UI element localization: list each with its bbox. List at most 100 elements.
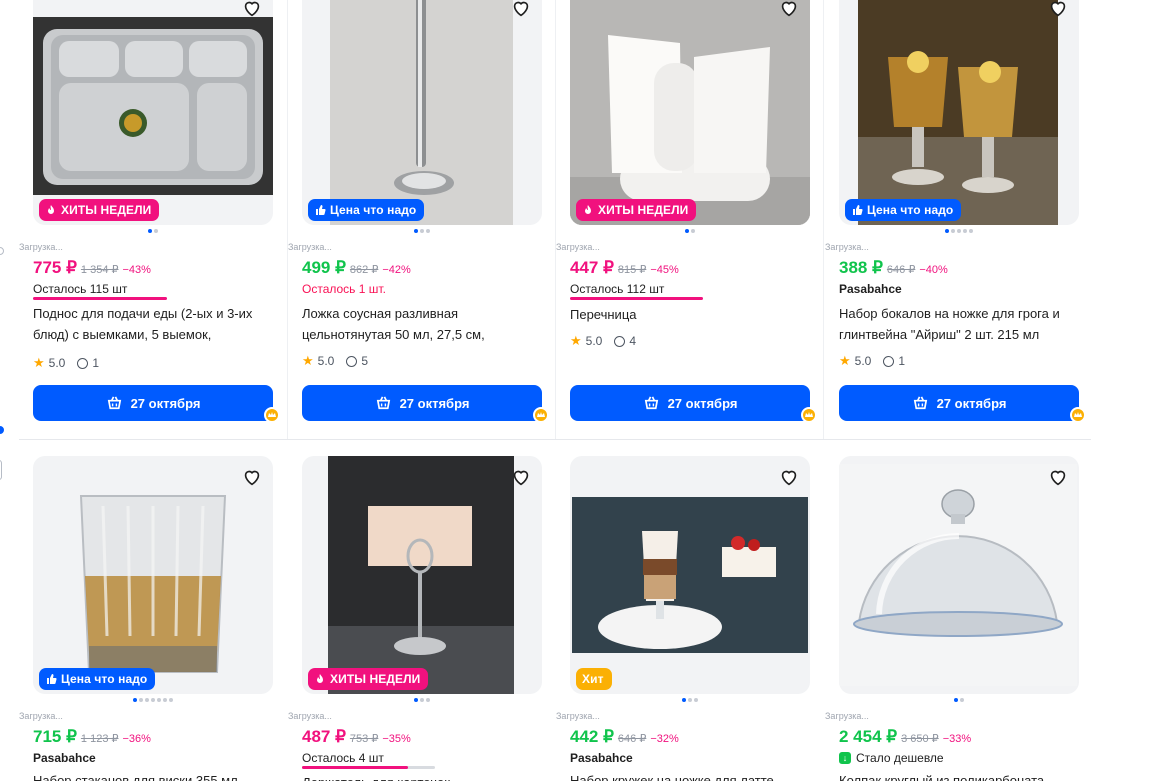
discount: −45% bbox=[650, 264, 679, 276]
product-image[interactable] bbox=[839, 456, 1079, 694]
product-title[interactable]: Колпак круглый из поликарбоната bbox=[839, 770, 1075, 781]
badge-label: Цена что надо bbox=[867, 203, 954, 217]
image-pagination[interactable] bbox=[839, 698, 1079, 702]
favorite-heart-icon[interactable] bbox=[1045, 464, 1071, 490]
delivery-cart-button[interactable]: 27 октября bbox=[33, 385, 273, 421]
favorite-heart-icon[interactable] bbox=[239, 0, 265, 21]
delivery-cart-button[interactable]: 27 октября bbox=[839, 385, 1079, 421]
brand-name[interactable]: Pasabahce bbox=[839, 282, 902, 296]
badge-label: Цена что надо bbox=[330, 203, 417, 217]
product-image[interactable]: ХИТЫ НЕДЕЛИ bbox=[33, 0, 273, 225]
delivery-cart-button[interactable]: 27 октября bbox=[302, 385, 542, 421]
premium-crown-icon bbox=[1070, 407, 1086, 423]
product-title[interactable]: Ложка соусная разливная цельнотянутая 50… bbox=[302, 303, 538, 345]
hit-badge: Хит bbox=[576, 668, 612, 690]
image-pagination[interactable] bbox=[570, 229, 810, 233]
image-pagination[interactable] bbox=[33, 229, 273, 233]
badge-label: Цена что надо bbox=[61, 672, 148, 686]
product-image[interactable]: ХИТЫ НЕДЕЛИ bbox=[570, 0, 810, 225]
edge-scroll-handle[interactable] bbox=[0, 460, 2, 480]
price-badge: Цена что надо bbox=[308, 199, 425, 221]
discount: −33% bbox=[942, 733, 972, 745]
product-image[interactable]: Цена что надо bbox=[33, 456, 273, 694]
product-image[interactable]: Цена что надо bbox=[839, 0, 1079, 225]
hits-badge: ХИТЫ НЕДЕЛИ bbox=[308, 668, 429, 690]
rating-value: 5.0 bbox=[854, 354, 872, 368]
loading-text: Загрузка... bbox=[19, 711, 63, 721]
price-row: 715 ₽ 1 123 ₽ −36% bbox=[33, 727, 151, 747]
rating-value: 5.0 bbox=[317, 354, 335, 368]
price-drop-label: ↓ Стало дешевле bbox=[839, 751, 944, 765]
edge-radio[interactable] bbox=[0, 247, 4, 255]
product-title[interactable]: Поднос для подачи еды (2-ых и 3-их блюд)… bbox=[33, 303, 269, 345]
brand-name[interactable]: Pasabahce bbox=[570, 751, 633, 765]
premium-crown-icon bbox=[264, 407, 280, 423]
premium-crown-icon bbox=[533, 407, 549, 423]
fire-icon bbox=[317, 674, 323, 683]
loading-text: Загрузка... bbox=[556, 242, 600, 252]
product-image[interactable]: Хит bbox=[570, 456, 810, 694]
product-title[interactable]: Набор бокалов на ножке для грога и глинт… bbox=[839, 303, 1075, 345]
product-title[interactable]: Держатель для карточек bbox=[302, 772, 538, 781]
price-row: 388 ₽ 646 ₽ −40% bbox=[839, 258, 948, 278]
delivery-cart-button[interactable]: 27 октября bbox=[570, 385, 810, 421]
comment-icon bbox=[614, 335, 626, 347]
price: 2 454 ₽ bbox=[839, 727, 898, 746]
favorite-heart-icon[interactable] bbox=[239, 464, 265, 490]
badge-label: Хит bbox=[582, 672, 604, 686]
tray-photo bbox=[33, 17, 273, 195]
favorite-heart-icon[interactable] bbox=[508, 0, 534, 21]
fire-icon bbox=[585, 205, 591, 214]
product-card[interactable]: Цена что надо Загрузка... 499 ₽ 862 ₽ −4… bbox=[288, 0, 549, 423]
comment-icon bbox=[883, 355, 895, 367]
thumbs-up-icon bbox=[853, 205, 863, 215]
discount: −36% bbox=[122, 733, 151, 745]
cart-icon bbox=[107, 396, 121, 409]
product-card[interactable]: Цена что надо Загрузка... 388 ₽ 646 ₽ −4… bbox=[825, 0, 1086, 423]
old-price: 753 ₽ bbox=[349, 733, 379, 745]
product-card[interactable]: Цена что надо Загрузка... 715 ₽ 1 123 ₽ … bbox=[19, 456, 273, 781]
delivery-date: 27 октября bbox=[399, 395, 470, 411]
thumbs-up-icon bbox=[47, 674, 57, 684]
image-pagination[interactable] bbox=[839, 229, 1079, 233]
price-row: 442 ₽ 646 ₽ −32% bbox=[570, 727, 679, 747]
product-card[interactable]: ХИТЫ НЕДЕЛИ Загрузка... 487 ₽ 753 ₽ −35%… bbox=[288, 456, 542, 781]
badge-label: ХИТЫ НЕДЕЛИ bbox=[598, 203, 689, 217]
old-price: 1 123 ₽ bbox=[80, 733, 119, 745]
image-pagination[interactable] bbox=[302, 229, 542, 233]
loading-text: Загрузка... bbox=[556, 711, 600, 721]
reviews-count: 1 bbox=[92, 356, 100, 370]
cart-icon bbox=[913, 396, 927, 409]
rating: ★ 5.0 1 bbox=[839, 353, 905, 369]
product-card[interactable]: ХИТЫ НЕДЕЛИ Загрузка... 447 ₽ 815 ₽ −45%… bbox=[556, 0, 817, 423]
ladle-photo bbox=[330, 0, 513, 225]
product-title[interactable]: Набор стаканов для виски 355 мл bbox=[33, 770, 269, 781]
product-card[interactable]: ХИТЫ НЕДЕЛИ Загрузка... 775 ₽ 1 354 ₽ −4… bbox=[19, 0, 280, 423]
old-price: 646 ₽ bbox=[617, 733, 647, 745]
price-badge: Цена что надо bbox=[845, 199, 962, 221]
favorite-heart-icon[interactable] bbox=[776, 464, 802, 490]
product-image[interactable]: ХИТЫ НЕДЕЛИ bbox=[302, 456, 542, 694]
price: 388 ₽ bbox=[839, 258, 883, 277]
product-card[interactable]: Загрузка... 2 454 ₽ 3 650 ₽ −33% ↓ Стало… bbox=[825, 456, 1079, 781]
hits-badge: ХИТЫ НЕДЕЛИ bbox=[576, 199, 697, 221]
stock-bar bbox=[33, 297, 167, 300]
cart-icon bbox=[644, 396, 658, 409]
image-pagination[interactable] bbox=[302, 698, 542, 702]
loading-text: Загрузка... bbox=[825, 711, 869, 721]
stock-bar bbox=[302, 766, 408, 769]
favorite-heart-icon[interactable] bbox=[1045, 0, 1071, 21]
edge-radio-selected[interactable] bbox=[0, 426, 4, 434]
product-title[interactable]: Перечница bbox=[570, 304, 806, 325]
image-pagination[interactable] bbox=[570, 698, 810, 702]
whisky-glass-photo bbox=[73, 486, 233, 682]
product-image[interactable]: Цена что надо bbox=[302, 0, 542, 225]
image-pagination[interactable] bbox=[33, 698, 273, 702]
favorite-heart-icon[interactable] bbox=[776, 0, 802, 21]
product-card[interactable]: Хит Загрузка... 442 ₽ 646 ₽ −32% Pasabah… bbox=[556, 456, 810, 781]
loading-text: Загрузка... bbox=[288, 711, 332, 721]
product-title[interactable]: Набор кружек на ножке для латте bbox=[570, 770, 806, 781]
reviews-count: 5 bbox=[361, 354, 369, 368]
favorite-heart-icon[interactable] bbox=[508, 464, 534, 490]
brand-name[interactable]: Pasabahce bbox=[33, 751, 96, 765]
